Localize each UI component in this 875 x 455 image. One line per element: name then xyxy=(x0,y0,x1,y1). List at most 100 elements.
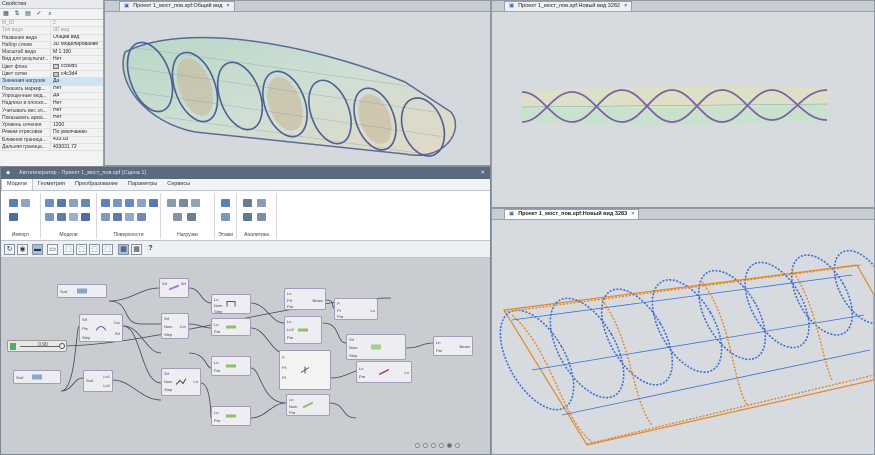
property-value[interactable]: ccd0d5 xyxy=(50,63,103,71)
property-value[interactable]: 433031.72 xyxy=(50,144,103,151)
property-value[interactable]: Общий вид xyxy=(50,34,103,41)
model-icon[interactable] xyxy=(57,199,66,207)
model-icon[interactable] xyxy=(57,213,66,221)
property-row[interactable]: Учитывать вес эл... Нет xyxy=(0,107,103,115)
tab-models[interactable]: Модели xyxy=(1,178,33,190)
color-swatch[interactable] xyxy=(53,64,59,70)
number-slider[interactable]: 0.90 xyxy=(7,340,67,352)
help-icon[interactable]: ? xyxy=(145,244,156,255)
surface-icon[interactable] xyxy=(137,213,146,221)
node-beam-output[interactable]: Ln Par Beam xyxy=(433,336,473,356)
property-value[interactable]: Да xyxy=(50,92,103,100)
surface-icon[interactable] xyxy=(113,213,122,221)
load-icon[interactable] xyxy=(191,199,200,207)
analytics-icon[interactable] xyxy=(243,213,252,221)
model-icon[interactable] xyxy=(81,199,90,207)
autogenerator-window[interactable]: ◆ Автогенератор - Проект 1_мост_пов.spf … xyxy=(0,166,491,455)
property-value[interactable]: Да xyxy=(50,78,103,85)
property-value[interactable]: 3D Моделирование xyxy=(50,41,103,49)
tab-services[interactable]: Сервисы xyxy=(162,179,195,190)
property-row[interactable]: M_ID 2 xyxy=(0,20,103,28)
model-icon[interactable] xyxy=(45,213,54,221)
node-point-line[interactable]: P Pt Par Ln xyxy=(334,298,378,320)
refresh-icon[interactable]: ↻ xyxy=(4,244,15,255)
property-value[interactable]: Нет xyxy=(50,56,103,63)
pager-dot[interactable] xyxy=(431,443,436,448)
close-icon[interactable]: × xyxy=(631,210,634,219)
model-icon[interactable] xyxy=(69,199,78,207)
property-row[interactable]: Значения нагрузок Да xyxy=(0,78,103,86)
model-icon[interactable] xyxy=(45,199,54,207)
load-icon[interactable] xyxy=(173,213,182,221)
pager-dot[interactable] xyxy=(415,443,420,448)
tab-transform[interactable]: Преобразование xyxy=(70,179,123,190)
import-icon[interactable] xyxy=(21,199,30,207)
analytics-icon[interactable] xyxy=(257,213,266,221)
model-icon[interactable] xyxy=(69,213,78,221)
import-icon[interactable] xyxy=(9,213,18,221)
close-icon[interactable]: × xyxy=(226,2,229,11)
property-row[interactable]: Цвет фона ccd0d5 xyxy=(0,63,103,72)
property-value[interactable]: Нет xyxy=(50,100,103,107)
eye-icon[interactable]: ◉ xyxy=(17,244,28,255)
surface-icon[interactable] xyxy=(101,213,110,221)
sort-icon[interactable]: ⇅ xyxy=(13,10,21,18)
property-row[interactable]: Тип вида 3D вид xyxy=(0,27,103,35)
pager-dot[interactable] xyxy=(439,443,444,448)
load-icon[interactable] xyxy=(167,199,176,207)
check-icon[interactable]: ✓ xyxy=(35,10,43,18)
property-value[interactable]: 2 xyxy=(50,20,103,27)
node-surface-params[interactable]: Srf Num Step Crv xyxy=(161,313,189,339)
viewport-right-top[interactable]: ▣ Проект 1_мост_пов.spf:Новый вид 3282 × xyxy=(491,0,875,208)
node-surface-split[interactable]: Srf Srf xyxy=(159,278,189,298)
image-icon[interactable]: ▬ xyxy=(32,244,43,255)
filter-icon[interactable]: ▤ xyxy=(24,10,32,18)
frame-icon[interactable]: ⬚ xyxy=(89,244,100,255)
tab-geometry[interactable]: Геометрия xyxy=(33,179,70,190)
node-line-group[interactable]: Ln Ln2 Par xyxy=(284,316,322,344)
node-surface-input[interactable]: Surf xyxy=(57,284,107,298)
grid-icon[interactable]: ▦ xyxy=(131,244,142,255)
frame-icon[interactable]: ⬚ xyxy=(102,244,113,255)
frame-icon[interactable]: ⬚ xyxy=(76,244,87,255)
node-line-divide[interactable]: Ln Num Step xyxy=(211,294,251,314)
pager-dot-active[interactable] xyxy=(447,443,452,448)
pager-dot[interactable] xyxy=(455,443,460,448)
node-surface-params-2[interactable]: Srf Num Step xyxy=(346,334,406,360)
floor-icon[interactable] xyxy=(221,213,230,221)
property-value[interactable]: c4c3d4 xyxy=(50,71,103,78)
autogenerator-titlebar[interactable]: ◆ Автогенератор - Проект 1_мост_пов.spf … xyxy=(1,167,490,179)
property-row[interactable]: Набор слоев 3D Моделирование xyxy=(0,41,103,50)
node-line-params[interactable]: Ln Par xyxy=(211,318,251,336)
surface-icon[interactable] xyxy=(101,199,110,207)
node-surface-divide[interactable]: Srf Pts Step Crv Srf xyxy=(79,314,123,342)
tab-view-3283[interactable]: ▣ Проект 1_мост_пов.spf:Новый вид 3283 × xyxy=(504,209,640,219)
property-value[interactable]: Нет xyxy=(50,85,103,92)
node-fit[interactable]: P Fit Pt xyxy=(279,350,331,390)
node-canvas[interactable]: 0.90 Surf Srf Pts Step Crv Srf Srf Srf S… xyxy=(1,258,490,454)
property-value[interactable]: 3D вид xyxy=(50,27,103,34)
close-icon[interactable]: ✕ xyxy=(480,167,485,179)
property-value[interactable]: М 1:100 xyxy=(50,49,103,56)
model-icon[interactable] xyxy=(81,213,90,221)
viewport-main[interactable]: ▣ Проект 1_мост_пов.spf:Общий вид × xyxy=(104,0,491,166)
node-line-out[interactable]: Ln Par Ln xyxy=(356,361,412,383)
property-value[interactable]: 1200 xyxy=(50,122,103,129)
grid-icon[interactable]: ▦ xyxy=(118,244,129,255)
property-row[interactable]: Масштаб вида М 1:100 xyxy=(0,49,103,57)
node-line-params-2[interactable]: Ln Par xyxy=(211,356,251,376)
tab-main-view[interactable]: ▣ Проект 1_мост_пов.spf:Общий вид × xyxy=(119,1,235,11)
property-row[interactable]: Название вида Общий вид xyxy=(0,34,103,42)
tab-view-3282[interactable]: ▣ Проект 1_мост_пов.spf:Новый вид 3282 × xyxy=(504,1,633,11)
property-value[interactable]: Нет xyxy=(50,107,103,114)
frame-icon[interactable]: ⬚ xyxy=(63,244,74,255)
node-surface-input-2[interactable]: Surf xyxy=(13,370,61,384)
pager-dot[interactable] xyxy=(423,443,428,448)
floor-icon[interactable] xyxy=(221,199,230,207)
property-value[interactable]: 433.03 xyxy=(50,136,103,144)
property-value[interactable]: Нет xyxy=(50,114,103,122)
property-row[interactable]: Дальняя граница... 433031.72 xyxy=(0,144,103,152)
surface-icon[interactable] xyxy=(137,199,146,207)
surface-icon[interactable] xyxy=(149,199,158,207)
property-row[interactable]: Показать маркир... Нет xyxy=(0,85,103,93)
